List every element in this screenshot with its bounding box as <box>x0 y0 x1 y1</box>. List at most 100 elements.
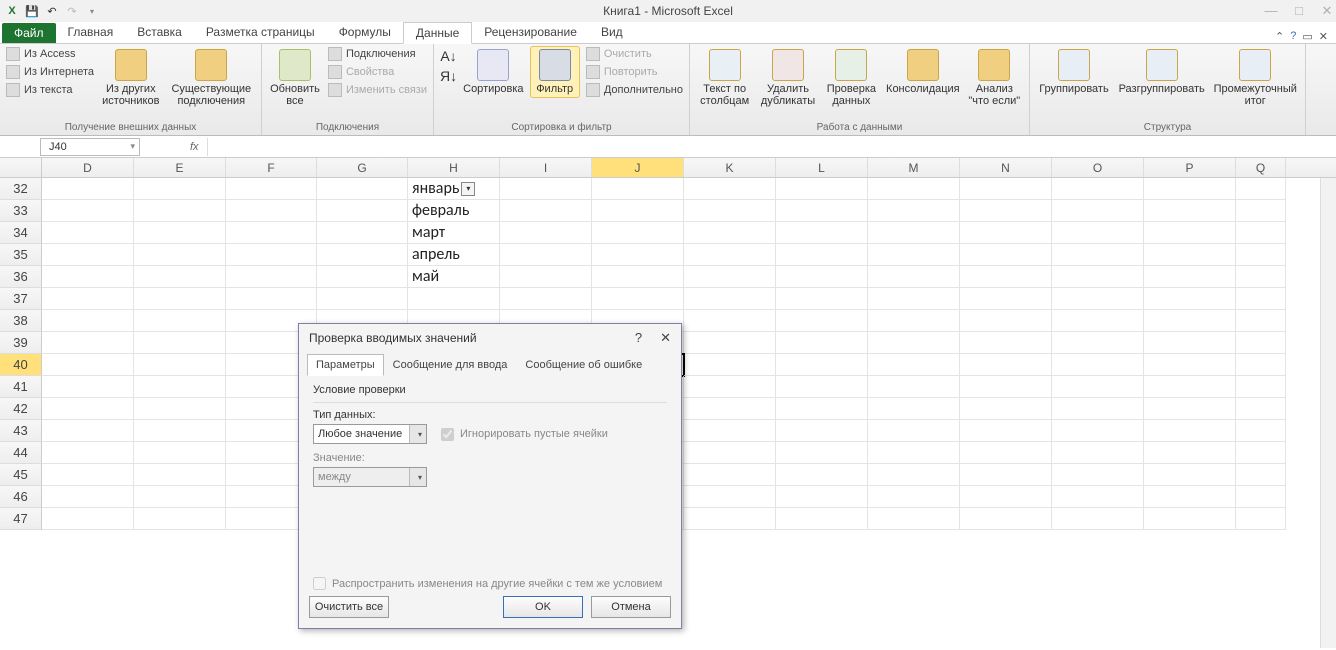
cell[interactable] <box>134 266 226 288</box>
cell[interactable] <box>134 244 226 266</box>
row-header[interactable]: 35 <box>0 244 42 266</box>
cell[interactable] <box>868 288 960 310</box>
cell[interactable] <box>1052 442 1144 464</box>
cell[interactable] <box>226 288 317 310</box>
cell[interactable] <box>134 354 226 376</box>
window-restore-icon[interactable]: ▭ <box>1302 30 1312 43</box>
connections-button[interactable]: Подключения <box>328 46 427 62</box>
column-header[interactable]: L <box>776 158 868 177</box>
cell[interactable] <box>134 310 226 332</box>
dialog-help-button[interactable]: ? <box>635 330 642 346</box>
undo-icon[interactable]: ↶ <box>44 3 60 19</box>
cell[interactable] <box>1144 200 1236 222</box>
cell[interactable] <box>776 508 868 530</box>
cell[interactable] <box>1236 464 1286 486</box>
row-header[interactable]: 33 <box>0 200 42 222</box>
save-icon[interactable]: 💾 <box>24 3 40 19</box>
column-header[interactable]: G <box>317 158 408 177</box>
cell[interactable] <box>1236 266 1286 288</box>
cell[interactable] <box>42 244 134 266</box>
cell[interactable] <box>42 398 134 420</box>
dialog-tab[interactable]: Параметры <box>307 354 384 376</box>
column-header[interactable]: J <box>592 158 684 177</box>
data-type-dropdown[interactable]: Любое значение▾ <box>313 424 427 444</box>
column-header[interactable]: D <box>42 158 134 177</box>
cell[interactable] <box>684 178 776 200</box>
cell[interactable] <box>960 486 1052 508</box>
cell[interactable] <box>1052 420 1144 442</box>
cell[interactable] <box>960 288 1052 310</box>
cell[interactable] <box>868 266 960 288</box>
from-web-button[interactable]: Из Интернета <box>6 64 94 80</box>
cell[interactable] <box>868 178 960 200</box>
mdi-close-icon[interactable]: ✕ <box>1319 30 1328 43</box>
cell[interactable] <box>684 486 776 508</box>
cell[interactable] <box>408 288 500 310</box>
cell[interactable] <box>868 200 960 222</box>
cell[interactable] <box>868 332 960 354</box>
cell[interactable] <box>226 200 317 222</box>
cell[interactable] <box>1052 266 1144 288</box>
column-header[interactable]: H <box>408 158 500 177</box>
what-if-button[interactable]: Анализ "что если" <box>966 46 1023 107</box>
fx-icon[interactable]: fx <box>190 141 199 153</box>
existing-connections-button[interactable]: Существующие подключения <box>168 46 255 107</box>
column-header[interactable]: N <box>960 158 1052 177</box>
cell[interactable] <box>1144 420 1236 442</box>
cell[interactable] <box>1236 442 1286 464</box>
cell[interactable] <box>592 288 684 310</box>
tab-разметка страницы[interactable]: Разметка страницы <box>194 22 327 43</box>
from-access-button[interactable]: Из Access <box>6 46 94 62</box>
cell[interactable] <box>776 442 868 464</box>
cell[interactable] <box>960 266 1052 288</box>
cell[interactable] <box>42 376 134 398</box>
cell[interactable] <box>684 266 776 288</box>
cell[interactable] <box>1052 332 1144 354</box>
cell[interactable] <box>1052 244 1144 266</box>
cell[interactable] <box>776 178 868 200</box>
formula-bar[interactable] <box>207 138 1336 156</box>
cell[interactable] <box>960 332 1052 354</box>
cell[interactable] <box>1052 376 1144 398</box>
advanced-filter-button[interactable]: Дополнительно <box>586 82 683 98</box>
tab-формулы[interactable]: Формулы <box>327 22 403 43</box>
cell[interactable] <box>134 486 226 508</box>
cell[interactable] <box>317 266 408 288</box>
ribbon-minimize-icon[interactable]: ⌃ <box>1275 30 1284 43</box>
subtotal-button[interactable]: Промежуточный итог <box>1211 46 1299 107</box>
cell[interactable] <box>776 332 868 354</box>
cell[interactable] <box>42 266 134 288</box>
cell[interactable] <box>1236 354 1286 376</box>
row-header[interactable]: 39 <box>0 332 42 354</box>
minimize-button[interactable]: — <box>1264 3 1278 19</box>
vertical-scrollbar[interactable] <box>1320 178 1336 648</box>
cell[interactable] <box>1052 464 1144 486</box>
cell[interactable] <box>868 376 960 398</box>
cell[interactable] <box>868 508 960 530</box>
cell[interactable] <box>592 200 684 222</box>
cell[interactable] <box>317 200 408 222</box>
clear-all-button[interactable]: Очистить все <box>309 596 389 618</box>
cell[interactable] <box>1144 288 1236 310</box>
cell[interactable] <box>1236 508 1286 530</box>
column-header[interactable]: F <box>226 158 317 177</box>
cell[interactable] <box>1052 486 1144 508</box>
cell[interactable] <box>960 420 1052 442</box>
cell[interactable] <box>776 420 868 442</box>
cell[interactable] <box>868 222 960 244</box>
sort-button[interactable]: Сортировка <box>463 46 523 95</box>
group-button[interactable]: Группировать <box>1036 46 1112 95</box>
row-header[interactable]: 34 <box>0 222 42 244</box>
cell[interactable] <box>42 310 134 332</box>
cell[interactable] <box>684 222 776 244</box>
cell[interactable] <box>960 222 1052 244</box>
row-header[interactable]: 38 <box>0 310 42 332</box>
row-header[interactable]: 40 <box>0 354 42 376</box>
cell[interactable] <box>134 200 226 222</box>
sort-asc-icon[interactable]: A↓ <box>440 48 456 64</box>
cell[interactable] <box>1052 178 1144 200</box>
row-header[interactable]: 45 <box>0 464 42 486</box>
row-header[interactable]: 42 <box>0 398 42 420</box>
row-header[interactable]: 47 <box>0 508 42 530</box>
row-header[interactable]: 37 <box>0 288 42 310</box>
